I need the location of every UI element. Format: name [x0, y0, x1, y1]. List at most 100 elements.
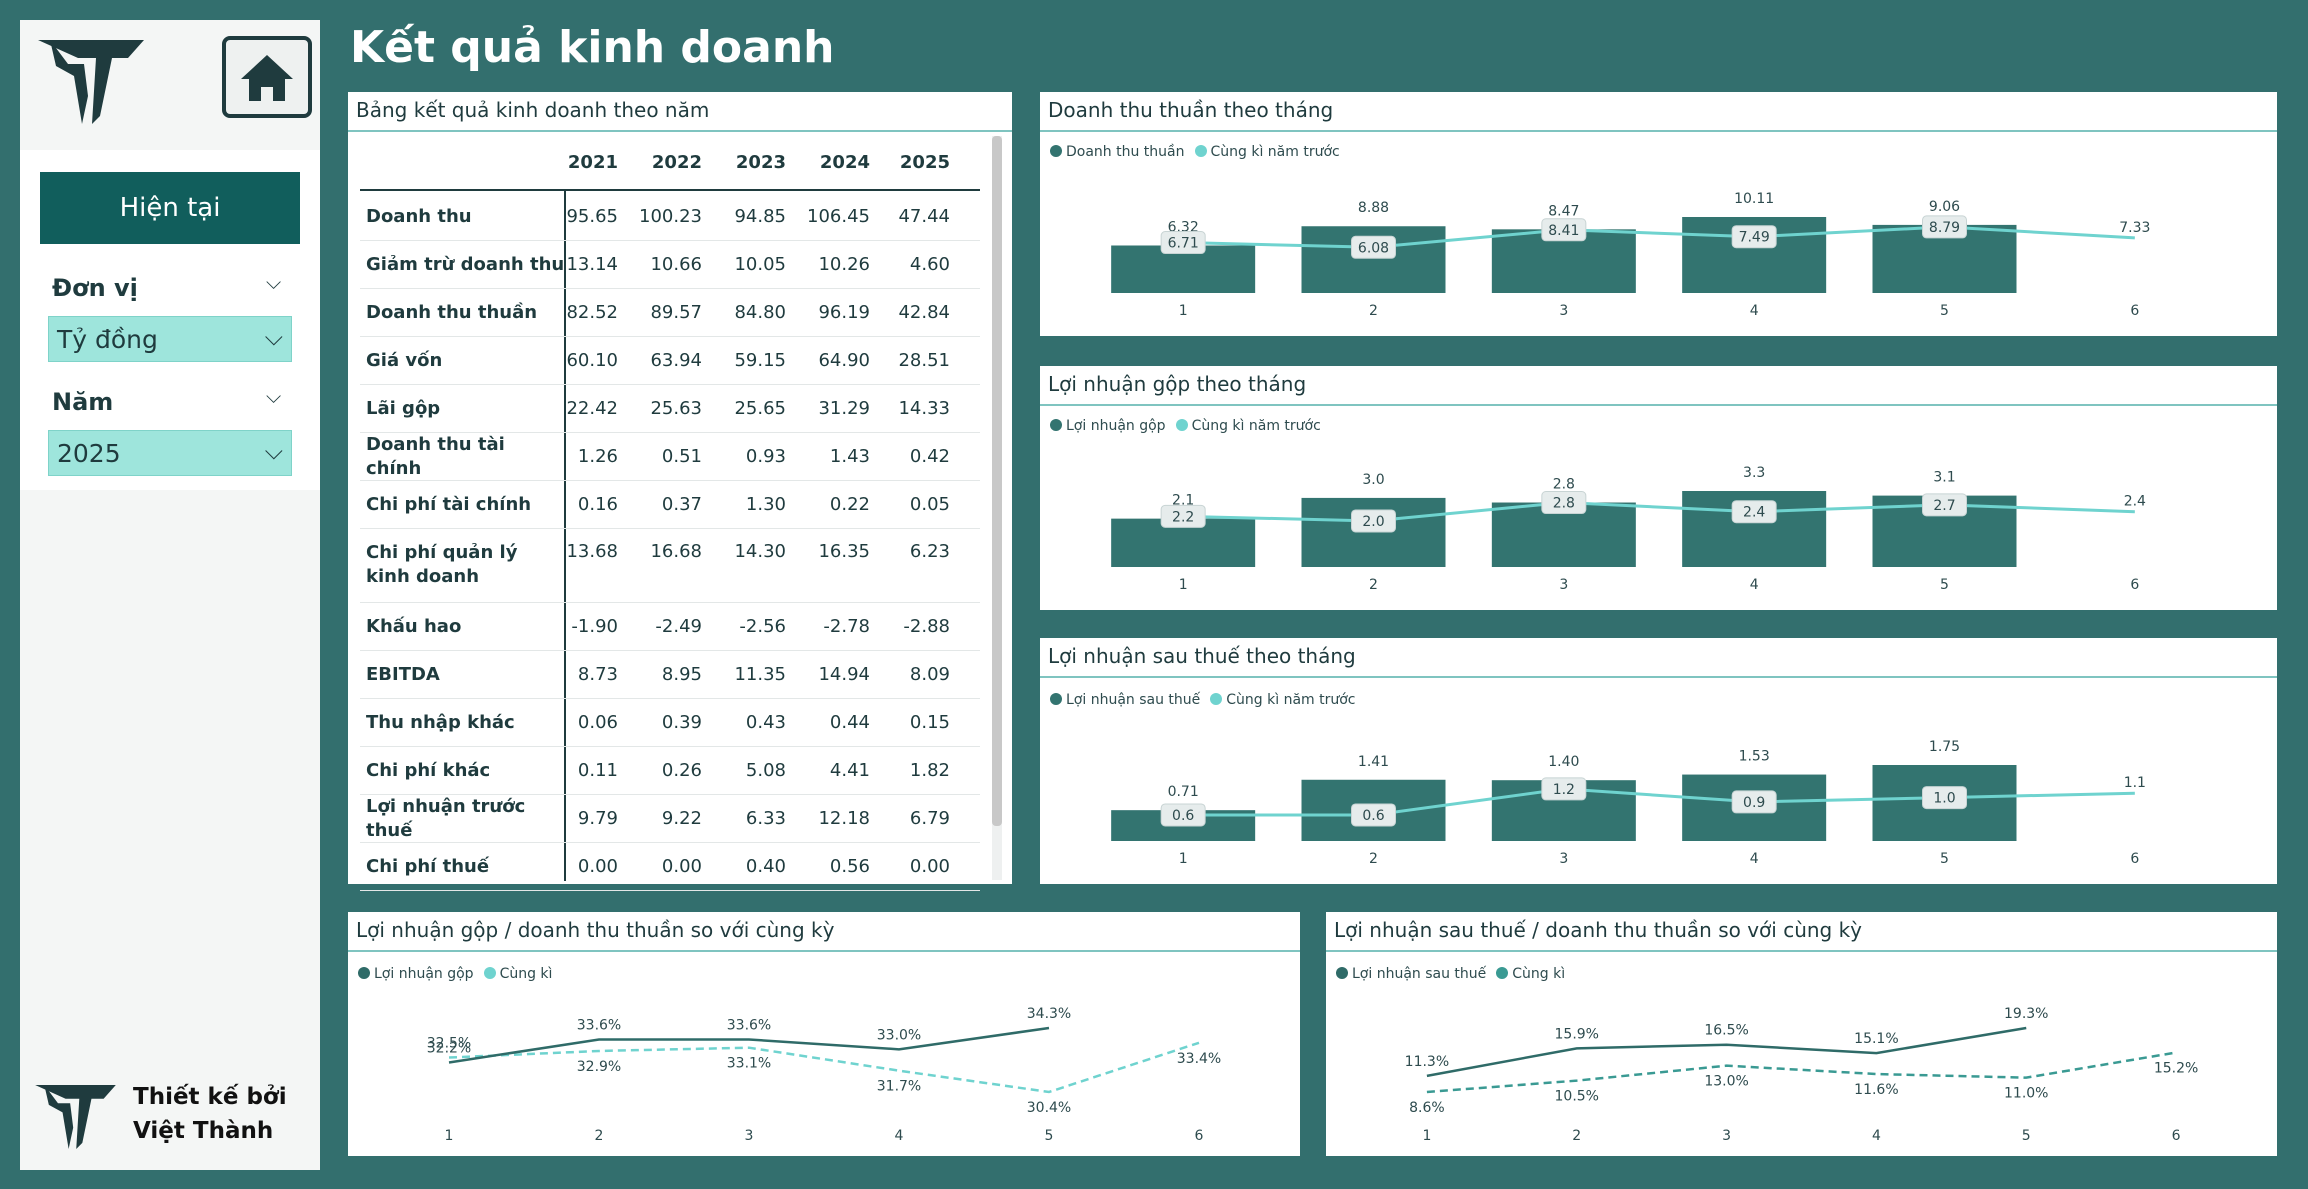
solid-data-label: 33.6% [577, 1017, 621, 1033]
table-header-year[interactable]: 2024 [798, 135, 870, 189]
table-row[interactable]: Khấu hao -1.90 -2.49 -2.56 -2.78 -2.88 [360, 603, 980, 651]
unit-dropdown[interactable]: Tỷ đồng ⌵ [48, 316, 292, 362]
net-revenue-monthly-card: Doanh thu thuần theo tháng Doanh thu thu… [1040, 92, 2277, 336]
brand-logo [38, 40, 144, 124]
table-row-label: Giá vốn [366, 349, 443, 371]
table-cell: 0.56 [829, 856, 870, 877]
table-cell: 60.10 [566, 350, 618, 371]
table-row[interactable]: Lãi gộp 22.42 25.63 25.65 31.29 14.33 [360, 385, 980, 433]
line-data-label: 0.6 [1362, 808, 1384, 824]
x-tick-label: 1 [1179, 851, 1188, 867]
credit-logo [35, 1085, 116, 1149]
dashed-data-label: 32.9% [577, 1059, 621, 1075]
table-cell: 25.63 [650, 398, 702, 419]
dashed-data-label: 15.2% [2154, 1061, 2198, 1077]
legend-item[interactable]: Lợi nhuận gộp [358, 966, 474, 982]
solid-data-label: 16.5% [1704, 1023, 1748, 1039]
x-tick-label: 4 [895, 1128, 904, 1144]
unit-collapse-chevron-icon[interactable]: ⌵ [266, 270, 281, 294]
table-cell: 9.79 [577, 808, 618, 829]
table-row[interactable]: Chi phí thuế 0.00 0.00 0.40 0.56 0.00 [360, 843, 980, 891]
table-header-year[interactable]: 2021 [546, 135, 618, 189]
dashed-data-label: 31.7% [877, 1079, 921, 1095]
table-cell: 63.94 [650, 350, 702, 371]
table-cell: 1.43 [829, 446, 870, 467]
table-row-label: Giảm trừ doanh thu [366, 253, 565, 275]
table-cell: 14.30 [734, 541, 786, 562]
table-cell: 5.08 [745, 760, 786, 781]
table-scrollbar-thumb[interactable] [992, 136, 1002, 826]
bar-data-label: 0.71 [1168, 784, 1199, 800]
x-tick-label: 2 [1572, 1128, 1581, 1144]
year-collapse-chevron-icon[interactable]: ⌵ [266, 384, 281, 408]
table-row[interactable]: Doanh thu tài chính 1.26 0.51 0.93 1.43 0.42 [360, 433, 980, 481]
dashed-data-label: 10.5% [1555, 1089, 1599, 1105]
home-button[interactable] [222, 36, 312, 118]
table-cell: 0.06 [577, 712, 618, 733]
legend-item[interactable]: Lợi nhuận gộp [1050, 418, 1166, 434]
legend-item[interactable]: Lợi nhuận sau thuế [1050, 692, 1200, 708]
card-divider [348, 950, 1300, 952]
table-row[interactable]: Doanh thu thuần 82.52 89.57 84.80 96.19 42.84 [360, 289, 980, 337]
x-tick-label: 5 [1940, 851, 1949, 867]
table-cell: 95.65 [566, 206, 618, 227]
table-cell: 25.65 [734, 398, 786, 419]
table-row[interactable]: Lợi nhuận trước thuế 9.79 9.22 6.33 12.18 6.7… [360, 795, 980, 843]
line-data-label: 6.71 [1168, 236, 1199, 252]
table-cell: 94.85 [734, 206, 786, 227]
table-header-year[interactable]: 2022 [630, 135, 702, 189]
legend-item[interactable]: Lợi nhuận sau thuế [1336, 966, 1486, 982]
table-header-year[interactable]: 2025 [878, 135, 950, 189]
year-dropdown[interactable]: 2025 ⌵ [48, 430, 292, 476]
legend-label: Cùng kì năm trước [1191, 418, 1321, 434]
table-cell: 31.29 [818, 398, 870, 419]
gross-margin-yoy-card: Lợi nhuận gộp / doanh thu thuần so với c… [348, 912, 1300, 1156]
legend-item[interactable]: Doanh thu thuần [1050, 144, 1185, 160]
legend-item[interactable]: Cùng kì năm trước [1175, 418, 1321, 434]
table-row-label: EBITDA [366, 663, 440, 685]
current-period-button[interactable]: Hiện tại [40, 172, 300, 244]
table-row[interactable]: Chi phí khác 0.11 0.26 5.08 4.41 1.82 [360, 747, 980, 795]
legend-item[interactable]: Cùng kì [1496, 966, 1565, 982]
table-cell: 6.33 [745, 808, 786, 829]
table-row[interactable]: Doanh thu 95.65 100.23 94.85 106.45 47.44 [360, 193, 980, 241]
x-tick-label: 6 [2172, 1128, 2181, 1144]
table-row[interactable]: Giá vốn 60.10 63.94 59.15 64.90 28.51 [360, 337, 980, 385]
x-tick-label: 4 [1872, 1128, 1881, 1144]
legend-label: Cùng kì năm trước [1226, 692, 1356, 708]
table-cell: 89.57 [650, 302, 702, 323]
legend-item[interactable]: Cùng kì năm trước [1194, 144, 1340, 160]
table-cell: 1.26 [577, 446, 618, 467]
dashed-data-label: 33.1% [727, 1056, 771, 1072]
bar-data-label: 1.40 [1548, 754, 1579, 770]
table-header-year[interactable]: 2023 [714, 135, 786, 189]
table-cell: 0.93 [745, 446, 786, 467]
table-cell: 0.39 [661, 712, 702, 733]
table-cell: 0.00 [577, 856, 618, 877]
table-scrollbar-track[interactable] [992, 136, 1002, 880]
line-data-label: 2.2 [1172, 509, 1194, 525]
table-cell: 8.95 [661, 664, 702, 685]
table-row[interactable]: Chi phí quản lý kinh doanh 13.68 16.68 14.3… [360, 529, 980, 603]
net-profit-monthly-card: Lợi nhuận sau thuế theo tháng Lợi nhuận … [1040, 638, 2277, 884]
table-row[interactable]: Giảm trừ doanh thu 13.14 10.66 10.05 10.26 4.… [360, 241, 980, 289]
x-tick-label: 3 [1559, 303, 1568, 319]
line-data-label: 0.9 [1743, 795, 1765, 811]
net-margin-chart: 11.3% 15.9% 16.5% 15.1% 19.3% 8.6% 1 10.5% 2 13.0… [1405, 1006, 2199, 1144]
card-divider [1040, 676, 2277, 678]
table-row-label: Doanh thu thuần [366, 301, 538, 323]
x-tick-label: 1 [445, 1128, 454, 1144]
table-cell: 0.05 [909, 494, 950, 515]
legend-item[interactable]: Cùng kì [483, 966, 552, 982]
table-row[interactable]: EBITDA 8.73 8.95 11.35 14.94 8.09 [360, 651, 980, 699]
x-tick-label: 6 [2130, 577, 2139, 593]
legend-dot-icon [1050, 693, 1062, 705]
legend-item[interactable]: Cùng kì năm trước [1210, 692, 1356, 708]
table-cell: 1.30 [745, 494, 786, 515]
line-data-label: 2.0 [1362, 514, 1384, 530]
x-tick-label: 2 [595, 1128, 604, 1144]
bar-data-label: 1.53 [1739, 749, 1770, 765]
table-row[interactable]: Thu nhập khác 0.06 0.39 0.43 0.44 0.15 [360, 699, 980, 747]
bar-data-label: 1.75 [1929, 739, 1960, 755]
table-row[interactable]: Chi phí tài chính 0.16 0.37 1.30 0.22 0.05 [360, 481, 980, 529]
